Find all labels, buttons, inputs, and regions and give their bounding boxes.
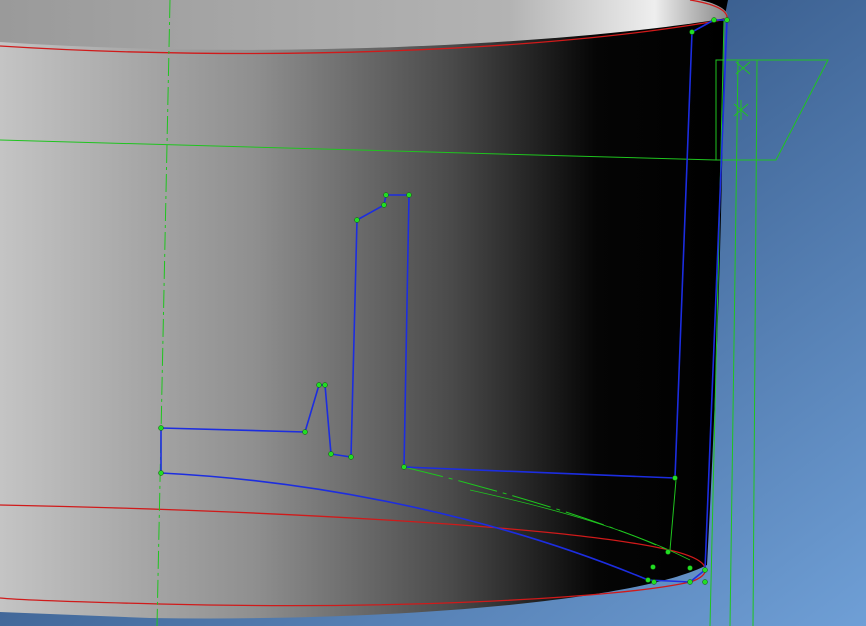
- sketch-point: [158, 425, 164, 431]
- sketch-point: [702, 579, 708, 585]
- sketch-point: [354, 217, 360, 223]
- sketch-point: [702, 567, 708, 573]
- sketch-point: [348, 454, 354, 460]
- model-canvas[interactable]: [0, 0, 866, 626]
- sketch-point: [650, 564, 656, 570]
- sketch-point: [328, 451, 334, 457]
- sketch-point: [316, 382, 322, 388]
- sketch-point: [322, 382, 328, 388]
- sketch-point: [401, 464, 407, 470]
- sketch-point: [158, 470, 164, 476]
- sketch-point: [651, 579, 657, 585]
- cad-3d-viewport[interactable]: [0, 0, 866, 626]
- cylinder-body[interactable]: [0, 0, 728, 619]
- sketch-point: [724, 17, 730, 23]
- sketch-point: [689, 29, 695, 35]
- sketch-point: [302, 429, 308, 435]
- sketch-point: [687, 579, 693, 585]
- sketch-point: [687, 565, 693, 571]
- sketch-point: [645, 577, 651, 583]
- sketch-point: [665, 549, 671, 555]
- sketch-point: [406, 192, 412, 198]
- sketch-point: [672, 475, 678, 481]
- sketch-point: [711, 17, 717, 23]
- sketch-point: [383, 192, 389, 198]
- sketch-point: [381, 202, 387, 208]
